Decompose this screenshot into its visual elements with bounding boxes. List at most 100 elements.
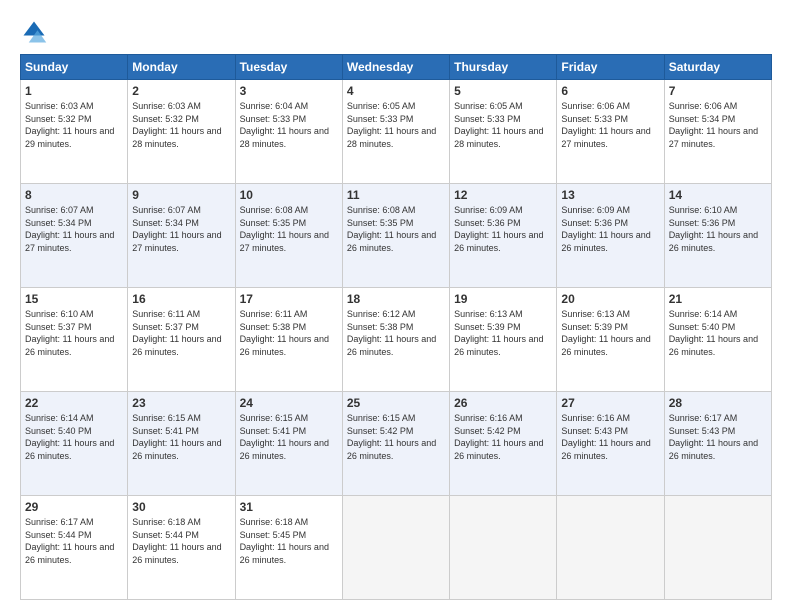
calendar-body: 1 Sunrise: 6:03 AMSunset: 5:32 PMDaylight… (21, 80, 772, 600)
calendar-day-cell (450, 496, 557, 600)
day-info: Sunrise: 6:08 AMSunset: 5:35 PMDaylight:… (347, 205, 436, 253)
day-of-week-header: Sunday (21, 55, 128, 80)
calendar-day-cell: 8 Sunrise: 6:07 AMSunset: 5:34 PMDaylight… (21, 184, 128, 288)
day-info: Sunrise: 6:12 AMSunset: 5:38 PMDaylight:… (347, 309, 436, 357)
day-of-week-header: Saturday (664, 55, 771, 80)
calendar-day-cell: 15Sunrise: 6:10 AMSunset: 5:37 PMDayligh… (21, 288, 128, 392)
calendar-day-cell (342, 496, 449, 600)
day-of-week-header: Monday (128, 55, 235, 80)
day-number: 20 (561, 292, 659, 306)
calendar-day-cell: 27 Sunrise: 6:16 AMSunset: 5:43 PMDayligh… (557, 392, 664, 496)
day-number: 17 (240, 292, 338, 306)
day-of-week-header: Friday (557, 55, 664, 80)
day-info: Sunrise: 6:15 AMSunset: 5:41 PMDaylight:… (132, 413, 221, 461)
day-number: 28 (669, 396, 767, 410)
day-number: 27 (561, 396, 659, 410)
day-info: Sunrise: 6:17 AMSunset: 5:43 PMDaylight:… (669, 413, 758, 461)
day-info: Sunrise: 6:10 AMSunset: 5:37 PMDaylight:… (25, 309, 114, 357)
day-number: 4 (347, 84, 445, 98)
calendar-day-cell: 7Sunrise: 6:06 AMSunset: 5:34 PMDaylight… (664, 80, 771, 184)
calendar-day-cell (557, 496, 664, 600)
day-info: Sunrise: 6:06 AMSunset: 5:34 PMDaylight:… (669, 101, 758, 149)
day-number: 3 (240, 84, 338, 98)
day-info: Sunrise: 6:03 AMSunset: 5:32 PMDaylight:… (25, 101, 114, 149)
calendar-week-row: 15Sunrise: 6:10 AMSunset: 5:37 PMDayligh… (21, 288, 772, 392)
day-number: 18 (347, 292, 445, 306)
calendar-day-cell: 28 Sunrise: 6:17 AMSunset: 5:43 PMDayligh… (664, 392, 771, 496)
calendar: SundayMondayTuesdayWednesdayThursdayFrid… (20, 54, 772, 600)
calendar-day-cell: 19Sunrise: 6:13 AMSunset: 5:39 PMDayligh… (450, 288, 557, 392)
day-number: 16 (132, 292, 230, 306)
calendar-day-cell: 11Sunrise: 6:08 AMSunset: 5:35 PMDayligh… (342, 184, 449, 288)
day-number: 25 (347, 396, 445, 410)
calendar-week-row: 1 Sunrise: 6:03 AMSunset: 5:32 PMDaylight… (21, 80, 772, 184)
day-info: Sunrise: 6:13 AMSunset: 5:39 PMDaylight:… (561, 309, 650, 357)
day-info: Sunrise: 6:18 AMSunset: 5:45 PMDaylight:… (240, 517, 329, 565)
day-number: 6 (561, 84, 659, 98)
day-info: Sunrise: 6:14 AMSunset: 5:40 PMDaylight:… (669, 309, 758, 357)
day-number: 26 (454, 396, 552, 410)
calendar-day-cell: 25 Sunrise: 6:15 AMSunset: 5:42 PMDayligh… (342, 392, 449, 496)
day-info: Sunrise: 6:05 AMSunset: 5:33 PMDaylight:… (347, 101, 436, 149)
day-number: 30 (132, 500, 230, 514)
header (20, 18, 772, 46)
day-number: 1 (25, 84, 123, 98)
calendar-day-cell: 18 Sunrise: 6:12 AMSunset: 5:38 PMDayligh… (342, 288, 449, 392)
calendar-day-cell: 16 Sunrise: 6:11 AMSunset: 5:37 PMDayligh… (128, 288, 235, 392)
calendar-day-cell: 20 Sunrise: 6:13 AMSunset: 5:39 PMDayligh… (557, 288, 664, 392)
day-number: 8 (25, 188, 123, 202)
day-info: Sunrise: 6:15 AMSunset: 5:42 PMDaylight:… (347, 413, 436, 461)
day-number: 2 (132, 84, 230, 98)
calendar-day-cell: 17 Sunrise: 6:11 AMSunset: 5:38 PMDayligh… (235, 288, 342, 392)
day-info: Sunrise: 6:08 AMSunset: 5:35 PMDaylight:… (240, 205, 329, 253)
day-number: 13 (561, 188, 659, 202)
calendar-day-cell (664, 496, 771, 600)
day-info: Sunrise: 6:07 AMSunset: 5:34 PMDaylight:… (25, 205, 114, 253)
day-number: 5 (454, 84, 552, 98)
day-info: Sunrise: 6:18 AMSunset: 5:44 PMDaylight:… (132, 517, 221, 565)
logo-icon (20, 18, 48, 46)
day-of-week-header: Thursday (450, 55, 557, 80)
day-info: Sunrise: 6:15 AMSunset: 5:41 PMDaylight:… (240, 413, 329, 461)
calendar-day-cell: 4 Sunrise: 6:05 AMSunset: 5:33 PMDaylight… (342, 80, 449, 184)
day-number: 19 (454, 292, 552, 306)
day-number: 12 (454, 188, 552, 202)
calendar-day-cell: 31 Sunrise: 6:18 AMSunset: 5:45 PMDayligh… (235, 496, 342, 600)
calendar-day-cell: 12 Sunrise: 6:09 AMSunset: 5:36 PMDayligh… (450, 184, 557, 288)
calendar-week-row: 22Sunrise: 6:14 AMSunset: 5:40 PMDayligh… (21, 392, 772, 496)
day-number: 31 (240, 500, 338, 514)
day-info: Sunrise: 6:11 AMSunset: 5:37 PMDaylight:… (132, 309, 221, 357)
calendar-day-cell: 1 Sunrise: 6:03 AMSunset: 5:32 PMDaylight… (21, 80, 128, 184)
calendar-day-cell: 24 Sunrise: 6:15 AMSunset: 5:41 PMDayligh… (235, 392, 342, 496)
calendar-day-cell: 10 Sunrise: 6:08 AMSunset: 5:35 PMDayligh… (235, 184, 342, 288)
day-info: Sunrise: 6:06 AMSunset: 5:33 PMDaylight:… (561, 101, 650, 149)
day-info: Sunrise: 6:11 AMSunset: 5:38 PMDaylight:… (240, 309, 329, 357)
calendar-day-cell: 9Sunrise: 6:07 AMSunset: 5:34 PMDaylight… (128, 184, 235, 288)
logo (20, 18, 52, 46)
calendar-week-row: 8 Sunrise: 6:07 AMSunset: 5:34 PMDaylight… (21, 184, 772, 288)
day-info: Sunrise: 6:16 AMSunset: 5:43 PMDaylight:… (561, 413, 650, 461)
day-info: Sunrise: 6:10 AMSunset: 5:36 PMDaylight:… (669, 205, 758, 253)
day-number: 14 (669, 188, 767, 202)
day-number: 24 (240, 396, 338, 410)
day-info: Sunrise: 6:03 AMSunset: 5:32 PMDaylight:… (132, 101, 221, 149)
day-number: 9 (132, 188, 230, 202)
calendar-day-cell: 29Sunrise: 6:17 AMSunset: 5:44 PMDayligh… (21, 496, 128, 600)
calendar-day-cell: 2 Sunrise: 6:03 AMSunset: 5:32 PMDaylight… (128, 80, 235, 184)
calendar-day-cell: 3 Sunrise: 6:04 AMSunset: 5:33 PMDaylight… (235, 80, 342, 184)
calendar-day-cell: 22Sunrise: 6:14 AMSunset: 5:40 PMDayligh… (21, 392, 128, 496)
calendar-header-row: SundayMondayTuesdayWednesdayThursdayFrid… (21, 55, 772, 80)
calendar-day-cell: 26Sunrise: 6:16 AMSunset: 5:42 PMDayligh… (450, 392, 557, 496)
day-info: Sunrise: 6:04 AMSunset: 5:33 PMDaylight:… (240, 101, 329, 149)
day-number: 10 (240, 188, 338, 202)
calendar-day-cell: 30 Sunrise: 6:18 AMSunset: 5:44 PMDayligh… (128, 496, 235, 600)
day-of-week-header: Wednesday (342, 55, 449, 80)
calendar-day-cell: 21Sunrise: 6:14 AMSunset: 5:40 PMDayligh… (664, 288, 771, 392)
day-info: Sunrise: 6:14 AMSunset: 5:40 PMDaylight:… (25, 413, 114, 461)
day-info: Sunrise: 6:09 AMSunset: 5:36 PMDaylight:… (454, 205, 543, 253)
day-info: Sunrise: 6:09 AMSunset: 5:36 PMDaylight:… (561, 205, 650, 253)
calendar-day-cell: 23Sunrise: 6:15 AMSunset: 5:41 PMDayligh… (128, 392, 235, 496)
calendar-day-cell: 14 Sunrise: 6:10 AMSunset: 5:36 PMDayligh… (664, 184, 771, 288)
page: SundayMondayTuesdayWednesdayThursdayFrid… (0, 0, 792, 612)
calendar-day-cell: 5Sunrise: 6:05 AMSunset: 5:33 PMDaylight… (450, 80, 557, 184)
